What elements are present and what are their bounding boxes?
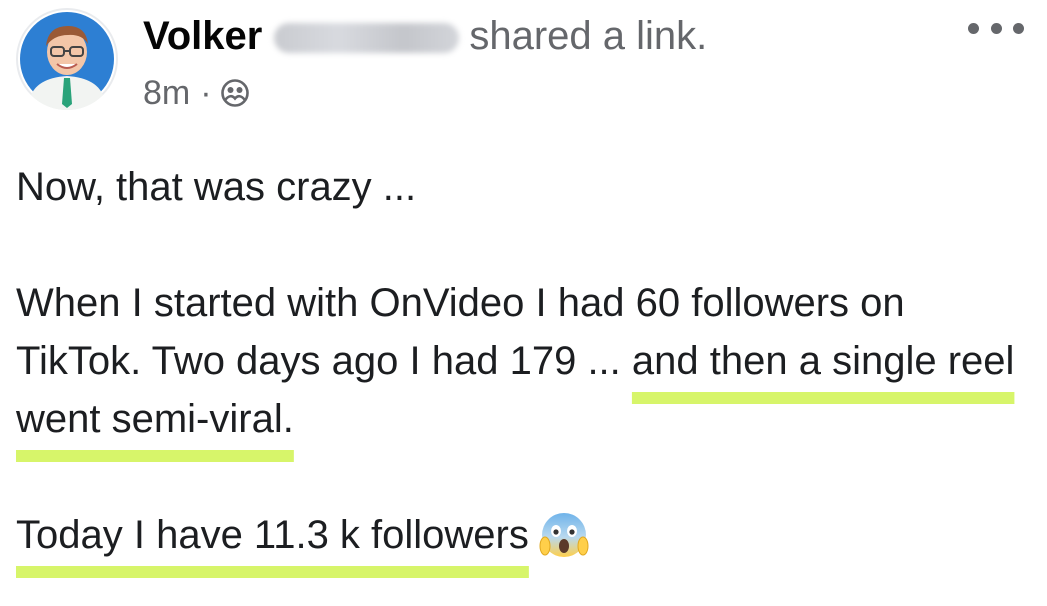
author-last-name-redacted [274,23,460,53]
post-text-paragraph-2: When I started with OnVideo I had 60 fol… [16,274,1036,448]
author-avatar[interactable] [16,8,118,110]
post-text-line-1: Now, that was crazy ... [16,165,417,209]
post-text-paragraph-3: Today I have 11.3 k followers [16,506,1036,576]
friends-icon[interactable] [220,74,250,120]
highlighted-text-followers: Today I have 11.3 k followers [16,513,529,557]
post-timestamp[interactable]: 8m [143,74,190,112]
meta-separator: · [200,74,212,112]
more-dot [1013,22,1024,34]
post-meta: 8m · [143,70,250,120]
facebook-post: Volker shared a link. 8m · Now, that was c… [0,0,1047,606]
face-screaming-in-fear-emoji [539,510,589,576]
post-body: Now, that was crazy ... When I started w… [16,158,1036,576]
post-action-text: shared a link. [469,14,708,58]
more-dot [990,22,1002,34]
avatar-icon [20,12,114,110]
post-header-line: Volker shared a link. [143,10,707,62]
author-first-name[interactable]: Volker [143,14,262,58]
more-dot [968,22,979,34]
more-options-icon[interactable] [968,14,1024,42]
